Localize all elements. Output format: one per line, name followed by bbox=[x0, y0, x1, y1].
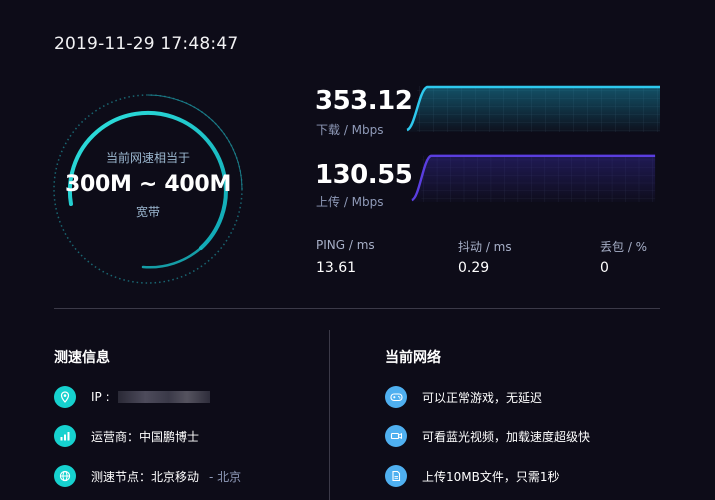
gauge-speed-range: 300M ~ 400M bbox=[64, 172, 232, 197]
node-text: 测速节点：北京移动 bbox=[91, 469, 200, 484]
packet-loss-label: 丢包 / % bbox=[600, 240, 648, 254]
horizontal-divider bbox=[54, 308, 660, 309]
network-item-text: 上传10MB文件，只需1秒 bbox=[422, 469, 560, 484]
isp-row: 运营商：中国鹏博士 bbox=[54, 424, 199, 448]
speed-gauge: 当前网速相当于 300M ~ 400M 宽带 bbox=[51, 92, 245, 286]
gauge-connection-type: 宽带 bbox=[135, 205, 160, 219]
download-speed-value: 353.12 bbox=[315, 86, 413, 116]
current-network-title: 当前网络 bbox=[385, 350, 441, 366]
jitter-label: 抖动 / ms bbox=[458, 240, 512, 254]
network-item-video: 可看蓝光视频，加载速度超级快 bbox=[385, 424, 590, 448]
network-item-text: 可看蓝光视频，加载速度超级快 bbox=[422, 429, 591, 444]
ping-label: PING / ms bbox=[316, 238, 375, 252]
location-pin-icon bbox=[54, 386, 76, 408]
upload-graph bbox=[411, 154, 656, 202]
download-graph bbox=[406, 85, 660, 132]
ip-address-masked bbox=[117, 391, 210, 403]
isp-text: 运营商：中国鹏博士 bbox=[91, 429, 200, 444]
upload-speed-value: 130.55 bbox=[315, 160, 413, 190]
file-icon bbox=[385, 465, 407, 487]
ping-value: 13.61 bbox=[316, 260, 357, 276]
test-timestamp: 2019-11-29 17:48:47 bbox=[54, 34, 239, 54]
network-item-text: 可以正常游戏，无延迟 bbox=[422, 390, 543, 405]
video-camera-icon bbox=[385, 425, 407, 447]
vertical-divider bbox=[329, 330, 330, 500]
jitter-value: 0.29 bbox=[458, 260, 490, 276]
download-speed-label: 下载 / Mbps bbox=[316, 123, 384, 137]
gamepad-icon bbox=[385, 386, 407, 408]
network-item-upload: 上传10MB文件，只需1秒 bbox=[385, 464, 560, 488]
gauge-caption: 当前网速相当于 bbox=[105, 151, 190, 165]
ip-row: IP : bbox=[54, 385, 210, 409]
upload-speed-label: 上传 / Mbps bbox=[316, 195, 384, 209]
test-info-title: 测速信息 bbox=[54, 350, 110, 366]
packet-loss-value: 0 bbox=[600, 260, 609, 276]
signal-bars-icon bbox=[54, 425, 76, 447]
ip-label: IP : bbox=[91, 390, 110, 404]
node-row: 测速节点：北京移动 - 北京 bbox=[54, 464, 241, 488]
node-location: - 北京 bbox=[209, 469, 242, 484]
network-item-gaming: 可以正常游戏，无延迟 bbox=[385, 385, 542, 409]
globe-icon bbox=[54, 465, 76, 487]
